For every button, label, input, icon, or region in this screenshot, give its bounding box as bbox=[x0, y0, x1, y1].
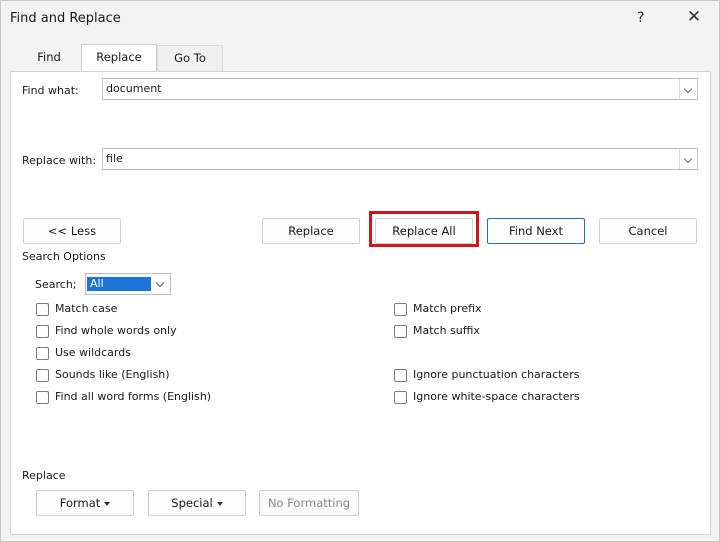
wildcards-checkbox[interactable]: Use wildcards bbox=[36, 346, 236, 362]
checkbox-box[interactable] bbox=[36, 325, 49, 338]
format-label: Format bbox=[59, 496, 101, 510]
checkbox-box[interactable] bbox=[394, 325, 407, 338]
checkbox-box[interactable] bbox=[36, 369, 49, 382]
match-prefix-label: Match prefix bbox=[413, 302, 482, 315]
ignore-punctuation-label: Ignore punctuation characters bbox=[413, 368, 580, 381]
replace-button[interactable]: Replace bbox=[262, 218, 360, 244]
caret-down-icon bbox=[216, 501, 223, 506]
wildcards-label: Use wildcards bbox=[55, 346, 131, 359]
tab-goto[interactable]: Go To bbox=[157, 45, 223, 71]
dialog-title: Find and Replace bbox=[10, 11, 121, 26]
find-what-input[interactable]: document bbox=[102, 78, 698, 100]
find-next-button[interactable]: Find Next bbox=[487, 218, 585, 244]
match-suffix-checkbox[interactable]: Match suffix bbox=[394, 324, 594, 340]
tab-replace-label: Replace bbox=[96, 50, 142, 64]
search-label: Search; bbox=[35, 278, 77, 291]
checkbox-box[interactable] bbox=[394, 391, 407, 404]
ignore-punctuation-checkbox[interactable]: Ignore punctuation characters bbox=[394, 368, 614, 384]
replace-with-value: file bbox=[106, 152, 123, 165]
checkbox-box[interactable] bbox=[36, 347, 49, 360]
find-what-label: Find what: bbox=[22, 84, 79, 97]
cancel-button[interactable]: Cancel bbox=[599, 218, 697, 244]
checkbox-box[interactable] bbox=[394, 303, 407, 316]
whole-words-checkbox[interactable]: Find whole words only bbox=[36, 324, 236, 340]
chevron-down-icon[interactable] bbox=[679, 149, 697, 169]
sounds-like-checkbox[interactable]: Sounds like (English) bbox=[36, 368, 236, 384]
help-button[interactable]: ? bbox=[637, 10, 644, 26]
replace-with-label: Replace with: bbox=[22, 154, 97, 167]
checkbox-box[interactable] bbox=[36, 303, 49, 316]
ignore-whitespace-checkbox[interactable]: Ignore white-space characters bbox=[394, 390, 614, 406]
tab-find[interactable]: Find bbox=[21, 45, 77, 71]
chevron-down-icon[interactable] bbox=[679, 79, 697, 99]
word-forms-checkbox[interactable]: Find all word forms (English) bbox=[36, 390, 256, 406]
tab-replace[interactable]: Replace bbox=[81, 44, 157, 72]
search-direction-value: All bbox=[87, 277, 151, 291]
whole-words-label: Find whole words only bbox=[55, 324, 177, 337]
format-button[interactable]: Format bbox=[36, 490, 134, 516]
no-formatting-button[interactable]: No Formatting bbox=[259, 490, 359, 516]
title-bar: Find and Replace ? ✕ bbox=[1, 1, 719, 37]
tab-find-label: Find bbox=[37, 50, 61, 64]
replace-all-button[interactable]: Replace All bbox=[375, 218, 473, 244]
find-what-value: document bbox=[106, 82, 162, 95]
replace-with-input[interactable]: file bbox=[102, 148, 698, 170]
replace-section-heading: Replace bbox=[22, 469, 66, 482]
special-button[interactable]: Special bbox=[148, 490, 246, 516]
special-label: Special bbox=[171, 496, 213, 510]
checkbox-box[interactable] bbox=[36, 391, 49, 404]
find-replace-dialog: Find and Replace ? ✕ Find Go To Replace … bbox=[0, 0, 720, 542]
ignore-whitespace-label: Ignore white-space characters bbox=[413, 390, 580, 403]
search-direction-select[interactable]: All bbox=[85, 273, 171, 295]
sounds-like-label: Sounds like (English) bbox=[55, 368, 170, 381]
word-forms-label: Find all word forms (English) bbox=[55, 390, 212, 403]
match-case-label: Match case bbox=[55, 302, 118, 315]
less-button[interactable]: << Less bbox=[23, 218, 121, 244]
chevron-down-icon[interactable] bbox=[152, 274, 170, 294]
match-suffix-label: Match suffix bbox=[413, 324, 480, 337]
checkbox-box[interactable] bbox=[394, 369, 407, 382]
search-options-heading: Search Options bbox=[22, 250, 106, 263]
tab-goto-label: Go To bbox=[174, 51, 206, 65]
match-case-checkbox[interactable]: Match case bbox=[36, 302, 236, 318]
caret-down-icon bbox=[104, 501, 111, 506]
close-icon[interactable]: ✕ bbox=[684, 6, 704, 28]
match-prefix-checkbox[interactable]: Match prefix bbox=[394, 302, 594, 318]
